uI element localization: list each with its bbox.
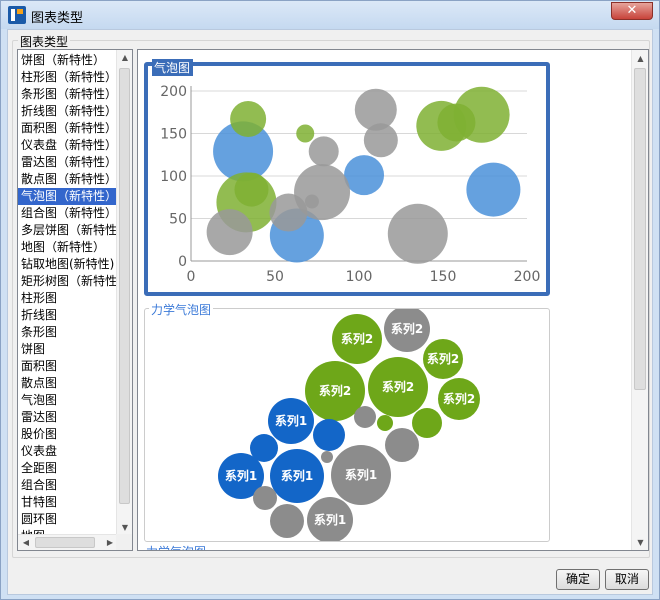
chart-type-dialog: 图表类型 ✕ 图表类型 饼图（新特性） 柱形图（新特性） 条形图（新特性） 折线图（新… xyxy=(0,0,660,600)
preview-scroll-thumb[interactable] xyxy=(634,68,646,390)
force-bubble-label: 系列2 xyxy=(427,351,459,366)
x-tick-label: 50 xyxy=(266,269,284,285)
x-tick-label: 200 xyxy=(514,269,541,285)
chart-type-list[interactable]: 饼图（新特性） 柱形图（新特性） 条形图（新特性） 折线图（新特性） 面积图（新特性）仪… xyxy=(17,49,133,551)
chart-type-item[interactable]: 气泡图 xyxy=(18,392,118,409)
bubble-point xyxy=(296,124,315,143)
window-title: 图表类型 xyxy=(31,11,84,26)
list-horizontal-scrollbar[interactable]: ◀ ▶ xyxy=(18,534,118,550)
bubble-chart-svg: 0 50 100 150 200 0 50 100 150 200 xyxy=(160,84,541,285)
bubble-point xyxy=(387,203,448,264)
scroll-left-icon[interactable]: ◀ xyxy=(18,535,34,550)
preview-title-next: 力学气泡图 xyxy=(146,543,206,550)
bubble-point xyxy=(230,101,267,138)
force-bubble-label: 系列2 xyxy=(443,391,475,406)
chart-type-item[interactable]: 条形图 xyxy=(18,324,118,341)
chart-type-item[interactable]: 地图（新特性） xyxy=(18,239,118,256)
dialog-content: 图表类型 饼图（新特性） 柱形图（新特性） 条形图（新特性） 折线图（新特性） 面积图（… xyxy=(7,29,653,595)
list-scroll-thumb[interactable] xyxy=(119,68,130,504)
chart-type-items: 饼图（新特性） 柱形图（新特性） 条形图（新特性） 折线图（新特性） 面积图（新特性）仪… xyxy=(18,52,118,545)
x-tick-label: 0 xyxy=(187,269,196,285)
scroll-up-icon[interactable]: ▲ xyxy=(117,50,132,66)
chart-type-item[interactable]: 甘特图 xyxy=(18,494,118,511)
force-bubble-label: 系列2 xyxy=(319,383,351,398)
chart-type-item[interactable]: 组合图（新特性） xyxy=(18,205,118,222)
force-bubble-label: 系列1 xyxy=(314,512,346,527)
chart-type-item[interactable]: 雷达图 xyxy=(18,409,118,426)
force-bubble xyxy=(385,428,419,462)
chart-type-item[interactable]: 气泡图（新特性） xyxy=(18,188,118,205)
ok-button[interactable]: 确定 xyxy=(556,569,600,590)
chart-type-item[interactable]: 条形图（新特性） xyxy=(18,86,118,103)
bubble-point xyxy=(363,123,398,158)
chart-type-item[interactable]: 折线图（新特性） xyxy=(18,103,118,120)
close-button[interactable]: ✕ xyxy=(611,2,653,20)
force-bubble-chart-svg: 系列2 系列2 系列2 系列2 系列2 系列2 系列1 系列1 系列1 系列1 系列1 xyxy=(218,309,480,541)
chart-type-item[interactable]: 矩形树图（新特性 xyxy=(18,273,118,290)
force-bubble-label: 系列1 xyxy=(225,468,257,483)
x-tick-label: 150 xyxy=(430,269,457,285)
chart-type-item[interactable]: 仪表盘（新特性） xyxy=(18,137,118,154)
list-vertical-scrollbar[interactable]: ▲ ▼ xyxy=(116,50,132,536)
bubble-point xyxy=(344,155,385,196)
bubble-point xyxy=(453,86,510,143)
title-bar[interactable]: 图表类型 ✕ xyxy=(1,1,659,29)
chart-type-item[interactable]: 柱形图 xyxy=(18,290,118,307)
chart-type-item[interactable]: 散点图 xyxy=(18,375,118,392)
force-bubble-label: 系列1 xyxy=(345,467,377,482)
y-tick-label: 200 xyxy=(160,84,187,100)
chart-type-item[interactable]: 饼图（新特性） xyxy=(18,52,118,69)
chart-type-item[interactable]: 散点图（新特性） xyxy=(18,171,118,188)
bubble-point xyxy=(308,136,339,167)
bubble-point xyxy=(234,172,269,207)
force-bubble xyxy=(253,486,277,510)
chart-type-item[interactable]: 全距图 xyxy=(18,460,118,477)
preview-scroll-up-icon[interactable]: ▲ xyxy=(632,50,648,67)
chart-type-item[interactable]: 组合图 xyxy=(18,477,118,494)
chart-type-item[interactable]: 股价图 xyxy=(18,426,118,443)
cancel-button[interactable]: 取消 xyxy=(605,569,649,590)
chart-type-item[interactable]: 面积图 xyxy=(18,358,118,375)
preview-scroll-down-icon[interactable]: ▼ xyxy=(632,534,648,550)
scroll-corner xyxy=(116,534,132,550)
y-tick-label: 100 xyxy=(160,169,187,185)
preview-vertical-scrollbar[interactable]: ▲ ▼ xyxy=(631,50,648,550)
force-bubble xyxy=(377,415,393,431)
y-tick-label: 150 xyxy=(160,127,187,143)
force-bubble xyxy=(354,406,376,428)
force-bubble-label: 系列2 xyxy=(391,321,423,336)
group-label: 图表类型 xyxy=(18,33,71,50)
force-bubble xyxy=(321,451,333,463)
list-hscroll-thumb[interactable] xyxy=(35,537,95,548)
y-tick-label: 0 xyxy=(178,254,187,270)
chart-type-item[interactable]: 钻取地图(新特性) xyxy=(18,256,118,273)
chart-type-item[interactable]: 仪表盘 xyxy=(18,443,118,460)
app-logo-icon xyxy=(8,6,26,24)
chart-type-item[interactable]: 折线图 xyxy=(18,307,118,324)
force-bubble-label: 系列1 xyxy=(281,468,313,483)
force-bubble-label: 系列1 xyxy=(275,413,307,428)
chart-type-item[interactable]: 多层饼图（新特性 xyxy=(18,222,118,239)
chart-preview-panel[interactable]: 气泡图 0 50 100 150 200 0 50 100 150 200 力学气泡图 系列2 系列… xyxy=(137,49,649,551)
chart-type-item[interactable]: 柱形图（新特性） xyxy=(18,69,118,86)
x-tick-label: 100 xyxy=(346,269,373,285)
preview-bubble-chart[interactable]: 气泡图 0 50 100 150 200 0 50 100 150 200 xyxy=(144,59,550,296)
bubble-point xyxy=(206,209,253,256)
force-bubble xyxy=(270,504,304,538)
bubble-point xyxy=(466,162,521,217)
chart-type-item[interactable]: 面积图（新特性） xyxy=(18,120,118,137)
chart-type-item[interactable]: 圆环图 xyxy=(18,511,118,528)
preview-force-bubble-chart[interactable]: 力学气泡图 系列2 系列2 系列2 系列2 系列2 系列2 系列1 系列1 系列1 系列1 系列1 xyxy=(144,301,550,542)
y-tick-label: 50 xyxy=(169,212,187,228)
force-bubble-label: 系列2 xyxy=(341,331,373,346)
chart-type-item[interactable]: 饼图 xyxy=(18,341,118,358)
chart-type-group: 图表类型 饼图（新特性） 柱形图（新特性） 条形图（新特性） 折线图（新特性） 面积图（… xyxy=(12,33,650,558)
chart-type-item[interactable]: 雷达图（新特性） xyxy=(18,154,118,171)
bubble-point xyxy=(294,164,351,221)
force-bubble-label: 系列2 xyxy=(382,379,414,394)
force-bubble xyxy=(412,408,442,438)
force-bubble xyxy=(313,419,345,451)
